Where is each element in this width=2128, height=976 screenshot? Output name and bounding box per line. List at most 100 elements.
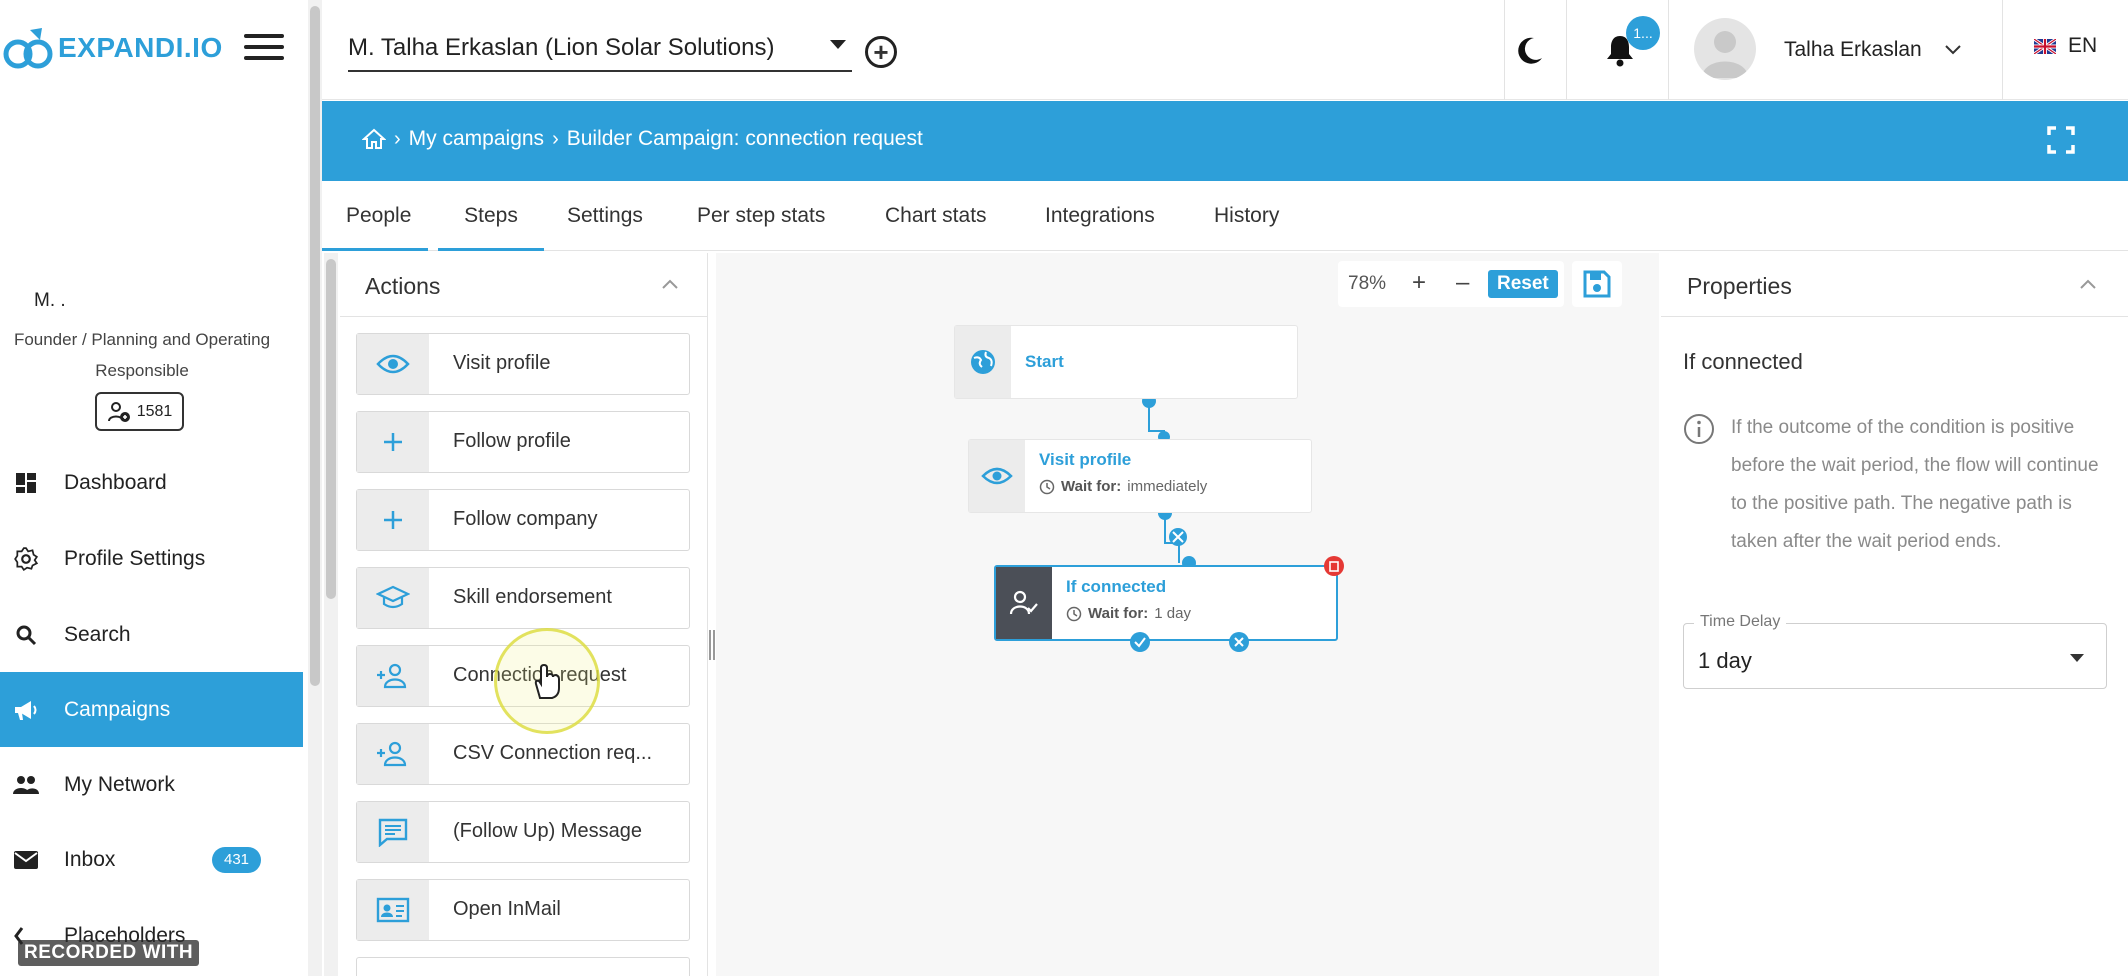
sidebar: EXPANDI.IO M. . Founder / Planning and O…: [0, 0, 310, 976]
dark-mode-toggle[interactable]: [1510, 30, 1550, 70]
tab-integrations[interactable]: Integrations: [1045, 181, 1155, 251]
actions-panel: Actions Visit profile Follow profile Fol…: [340, 253, 708, 976]
add-account-button[interactable]: +: [865, 36, 897, 68]
chevron-right-icon: ›: [394, 127, 401, 150]
clock-icon: [1039, 479, 1055, 494]
sidebar-item-dashboard[interactable]: Dashboard: [0, 445, 303, 520]
sidebar-scrollbar[interactable]: [308, 0, 322, 976]
action-open-inmail[interactable]: Open InMail: [356, 879, 690, 941]
connections-count: 1581: [136, 402, 173, 420]
flow-node-title: If connected: [1066, 577, 1167, 596]
condition-name: If connected: [1683, 349, 1803, 374]
add-person-icon: [357, 724, 429, 784]
menu-toggle-button[interactable]: [244, 34, 284, 64]
avatar: [1694, 18, 1756, 80]
language-selector[interactable]: EN: [2034, 34, 2097, 58]
panel-resize-handle[interactable]: [709, 630, 715, 660]
scrollbar-thumb[interactable]: [326, 259, 336, 599]
tab-steps[interactable]: Steps: [438, 181, 544, 251]
clock-icon: [1066, 606, 1082, 621]
notification-count-badge: 1...: [1626, 16, 1660, 50]
info-icon: [1684, 414, 1714, 444]
action-label: (Follow Up) Message: [453, 820, 642, 842]
sidebar-item-label: Search: [64, 622, 131, 646]
sidebar-item-my-network[interactable]: My Network: [0, 747, 303, 822]
brand-logo[interactable]: EXPANDI.IO: [0, 24, 223, 72]
sidebar-item-search[interactable]: Search: [0, 597, 303, 672]
fullscreen-icon: [2047, 126, 2075, 154]
time-delay-select[interactable]: Time Delay 1 day: [1683, 613, 2107, 689]
sidebar-item-label: Profile Settings: [64, 546, 206, 570]
flow-node-start[interactable]: Start: [954, 325, 1298, 399]
flow-node-visit-profile[interactable]: Visit profile Wait for: immediately: [968, 439, 1312, 513]
eye-icon: [969, 440, 1025, 512]
wait-label: Wait for:: [1088, 605, 1149, 622]
person-check-icon: [996, 567, 1052, 639]
action-label: Follow company: [453, 508, 598, 530]
add-person-icon: [357, 646, 429, 706]
flow-canvas[interactable]: 78% + – Reset Start Visit profile Wait f…: [716, 253, 1659, 976]
tab-per-step-stats[interactable]: Per step stats: [697, 181, 825, 251]
flow-node-wait: Wait for: immediately: [1039, 478, 1207, 495]
hand-cursor-icon: [534, 664, 560, 699]
action-csv-connection-request[interactable]: CSV Connection req...: [356, 723, 690, 785]
gear-icon: [12, 545, 40, 573]
megaphone-icon: [12, 696, 40, 724]
wait-label: Wait for:: [1061, 478, 1122, 495]
action-follow-profile[interactable]: Follow profile: [356, 411, 690, 473]
search-icon: [12, 621, 40, 649]
chevron-up-icon[interactable]: [660, 277, 680, 291]
message-icon: [357, 802, 429, 862]
delete-node-icon[interactable]: [1323, 555, 1345, 577]
caret-down-icon: [830, 40, 846, 49]
action-follow-company[interactable]: Follow company: [356, 489, 690, 551]
actions-header[interactable]: Actions: [340, 253, 707, 317]
action-next-item[interactable]: [356, 957, 690, 976]
account-select[interactable]: M. Talha Erkaslan (Lion Solar Solutions): [348, 26, 852, 72]
chevron-right-icon: ›: [552, 127, 559, 150]
connections-badge: 1581: [95, 392, 184, 431]
action-follow-up-message[interactable]: (Follow Up) Message: [356, 801, 690, 863]
action-label: CSV Connection req...: [453, 742, 652, 764]
profile-name: M. .: [34, 290, 66, 311]
recorded-with-watermark: RECORDED WITH: [18, 940, 200, 966]
properties-header[interactable]: Properties: [1661, 253, 2128, 317]
negative-path-handle[interactable]: [1228, 631, 1250, 653]
top-header: M. Talha Erkaslan (Lion Solar Solutions)…: [322, 0, 2128, 100]
expandi-logo-icon: [3, 28, 53, 69]
tab-settings[interactable]: Settings: [567, 181, 643, 251]
action-skill-endorsement[interactable]: Skill endorsement: [356, 567, 690, 629]
chevron-up-icon[interactable]: [2078, 277, 2098, 291]
flow-node-title: Start: [1025, 352, 1064, 371]
sidebar-item-label: Dashboard: [64, 470, 167, 494]
positive-path-handle[interactable]: [1129, 631, 1151, 653]
sidebar-item-campaigns[interactable]: Campaigns: [0, 672, 303, 747]
home-icon[interactable]: [362, 128, 386, 150]
sidebar-item-label: Inbox: [64, 847, 116, 871]
user-name: Talha Erkaslan: [1784, 38, 1922, 61]
actions-title: Actions: [365, 273, 441, 299]
sidebar-item-inbox[interactable]: Inbox 431: [0, 822, 303, 897]
action-label: Visit profile: [453, 352, 551, 374]
tabs-row: Steps Settings Per step stats Chart stat…: [322, 181, 2128, 251]
action-connection-request[interactable]: Connection request: [356, 645, 690, 707]
language-code: EN: [2068, 34, 2098, 57]
profile-role: Founder / Planning and Operating Respons…: [13, 330, 271, 380]
plus-icon: [357, 412, 429, 472]
add-person-icon: [107, 401, 130, 422]
breadcrumb-my-campaigns[interactable]: My campaigns: [409, 127, 544, 151]
time-delay-value: 1 day: [1698, 648, 1752, 673]
flow-node-if-connected[interactable]: If connected Wait for: 1 day: [994, 565, 1338, 641]
chevron-down-icon: [1945, 45, 1961, 55]
id-card-icon: [357, 880, 429, 940]
moon-icon: [1518, 37, 1542, 64]
tab-chart-stats[interactable]: Chart stats: [885, 181, 987, 251]
tab-history[interactable]: History: [1214, 181, 1279, 251]
sidebar-item-profile-settings[interactable]: Profile Settings: [0, 521, 303, 596]
scrollbar-thumb[interactable]: [310, 6, 320, 686]
actions-scrollbar[interactable]: [324, 253, 338, 976]
user-menu[interactable]: Talha Erkaslan: [1694, 18, 1982, 82]
action-visit-profile[interactable]: Visit profile: [356, 333, 690, 395]
graduation-cap-icon: [357, 568, 429, 628]
fullscreen-button[interactable]: [2046, 125, 2076, 155]
